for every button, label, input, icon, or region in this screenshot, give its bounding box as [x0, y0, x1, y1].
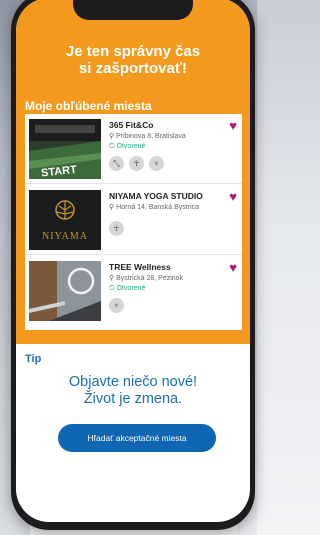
location-pin-icon: ⚲ [109, 204, 115, 211]
place-name: TREE Wellness [109, 262, 171, 272]
clock-icon: 🕓︎ [109, 143, 115, 150]
place-photo: START [29, 119, 101, 179]
hero-line-1: Je ten správny čas [65, 43, 201, 60]
yoga-icon: ♆ [109, 298, 124, 313]
place-name: 365 Fit&Co [109, 120, 154, 130]
tip-line-2: Život je zmena. [83, 391, 183, 407]
place-photo [29, 261, 101, 321]
tip-label: Tip [25, 353, 42, 365]
yoga-icon: ♆ [149, 156, 164, 171]
activity-icons: ♆ [109, 298, 129, 314]
fitness-icon: ⤡ [109, 156, 124, 171]
search-places-button[interactable]: Hľadať akceptačné miesta [58, 424, 216, 452]
favorites-list: START 365 Fit&Co ⚲ Pribinova 8, Bratislav… [25, 114, 242, 330]
app-screen: Je ten správny čas si zašportovať! Moje … [16, 0, 250, 522]
favorite-heart-icon[interactable]: ♥ [229, 190, 237, 203]
clock-icon: 🕓︎ [109, 285, 115, 292]
favorite-card[interactable]: TREE Wellness ⚲ Bystrická 28, Pezinok 🕓︎ O… [25, 256, 242, 326]
open-status: 🕓︎ Otvorené [109, 285, 146, 292]
place-address: ⚲ Pribinova 8, Bratislava [109, 133, 186, 140]
favorite-card[interactable]: START 365 Fit&Co ⚲ Pribinova 8, Bratislav… [25, 114, 242, 184]
favorite-heart-icon[interactable]: ♥ [229, 261, 237, 274]
open-status: 🕓︎ Otvorené [109, 143, 146, 150]
phone-notch [73, 0, 193, 20]
hero-heading: Je ten správny čas si zašportovať! [16, 43, 250, 77]
tip-line-1: Objavte niečo nové! [68, 374, 198, 390]
activity-icons: ⤡ ☥ ♆ [109, 156, 169, 172]
place-address: ⚲ Horná 14, Banská Bystrica [109, 204, 200, 211]
place-name: NIYAMA YOGA STUDIO [109, 191, 203, 201]
favorite-heart-icon[interactable]: ♥ [229, 119, 237, 132]
activity-icons: ☥ [109, 221, 129, 237]
tip-message: Objavte niečo nové! Život je zmena. [16, 374, 250, 408]
location-pin-icon: ⚲ [109, 275, 115, 282]
hero-line-2: si zašportovať! [78, 60, 188, 77]
favorite-card[interactable]: NIYAMA NIYAMA YOGA STUDIO ⚲ Horná 14, Ban… [25, 185, 242, 255]
phone-frame: Je ten správny čas si zašportovať! Moje … [11, 0, 255, 530]
svg-text:NIYAMA: NIYAMA [42, 231, 88, 242]
place-logo: NIYAMA [29, 190, 101, 250]
person-icon: ☥ [129, 156, 144, 171]
location-pin-icon: ⚲ [109, 133, 115, 140]
favorites-title: Moje obľúbené miesta [25, 99, 152, 113]
person-icon: ☥ [109, 221, 124, 236]
place-address: ⚲ Bystrická 28, Pezinok [109, 275, 184, 282]
